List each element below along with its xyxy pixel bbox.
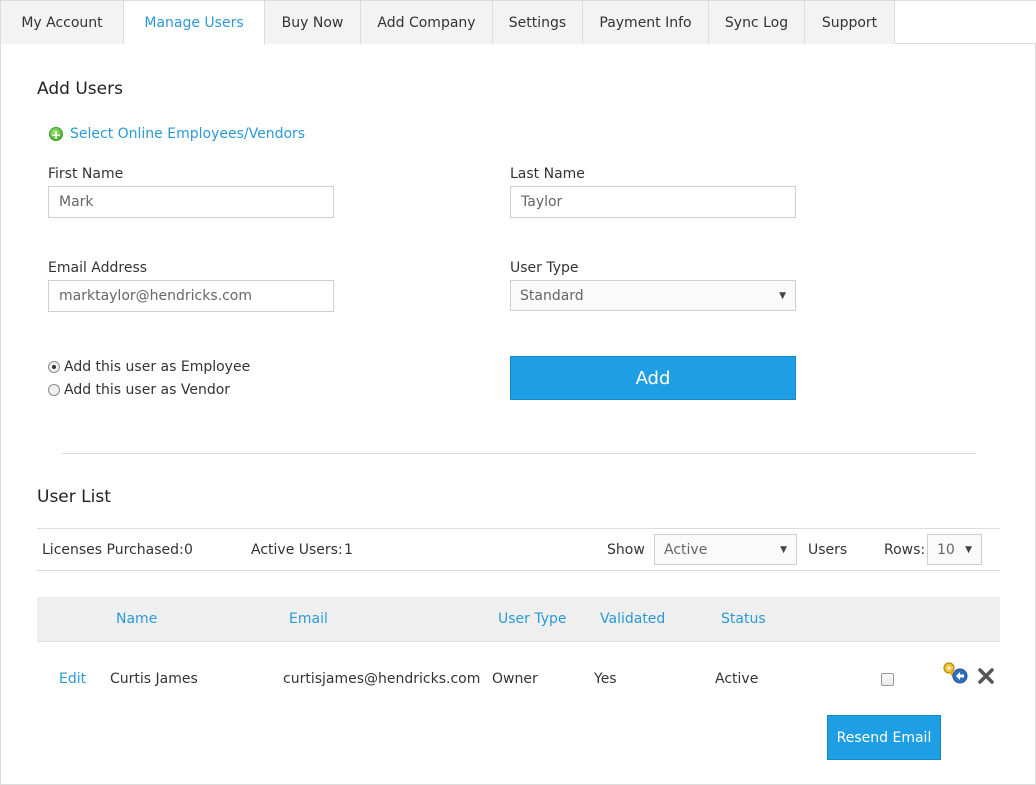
last-name-field[interactable] <box>510 186 796 218</box>
column-header-validated[interactable]: Validated <box>600 611 665 627</box>
app-frame: My Account Manage Users Buy Now Add Comp… <box>0 0 1036 785</box>
active-users-label: Active Users: <box>251 542 343 558</box>
user-type-label: User Type <box>510 260 579 276</box>
user-table-header: Name Email User Type Validated Status <box>37 597 1000 642</box>
email-address-label: Email Address <box>48 260 148 276</box>
select-online-employees-label: Select Online Employees/Vendors <box>70 126 306 142</box>
user-type-select[interactable]: Standard ▼ <box>510 280 796 311</box>
users-label: Users <box>808 542 848 558</box>
column-header-email[interactable]: Email <box>289 611 328 627</box>
tab-buy-now[interactable]: Buy Now <box>265 1 361 44</box>
tab-bar-filler <box>895 1 1036 43</box>
user-type-value: Standard <box>520 287 584 304</box>
first-name-label: First Name <box>48 166 124 182</box>
chevron-down-icon: ▼ <box>965 544 972 555</box>
licenses-purchased-label: Licenses Purchased: <box>42 542 184 558</box>
row-name: Curtis James <box>110 671 198 687</box>
edit-user-link[interactable]: Edit <box>59 671 86 687</box>
show-filter-value: Active <box>664 541 708 558</box>
rows-per-page-value: 10 <box>937 541 955 558</box>
radio-vendor-button[interactable] <box>48 384 60 396</box>
rows-label: Rows: <box>884 542 926 558</box>
user-list-stats-bar: Licenses Purchased: 0 Active Users: 1 Sh… <box>37 528 1000 571</box>
first-name-field[interactable] <box>48 186 334 218</box>
row-email: curtisjames@hendricks.com <box>283 671 481 687</box>
email-address-field[interactable] <box>48 280 334 312</box>
tab-sync-log[interactable]: Sync Log <box>709 1 805 44</box>
tab-payment-info[interactable]: Payment Info <box>583 1 709 44</box>
section-divider <box>62 453 976 454</box>
user-list-heading: User List <box>37 487 111 507</box>
tab-add-company[interactable]: Add Company <box>361 1 493 44</box>
key-reset-icon[interactable] <box>941 661 971 685</box>
radio-add-vendor[interactable]: Add this user as Vendor <box>48 382 230 398</box>
active-users-value: 1 <box>344 542 353 558</box>
tab-settings[interactable]: Settings <box>493 1 583 44</box>
radio-vendor-label: Add this user as Vendor <box>64 382 231 398</box>
add-circle-icon: + <box>49 127 63 142</box>
row-validated: Yes <box>594 671 617 687</box>
radio-employee-label: Add this user as Employee <box>64 359 251 375</box>
column-header-user-type[interactable]: User Type <box>498 611 567 627</box>
tab-my-account[interactable]: My Account <box>1 1 124 44</box>
show-label: Show <box>607 542 645 558</box>
add-users-heading: Add Users <box>37 79 123 99</box>
chevron-down-icon: ▼ <box>779 290 786 301</box>
row-user-type: Owner <box>492 671 538 687</box>
tab-manage-users[interactable]: Manage Users <box>124 1 265 45</box>
rows-per-page-select[interactable]: 10 ▼ <box>927 534 982 565</box>
column-header-name[interactable]: Name <box>116 611 157 627</box>
resend-email-button[interactable]: Resend Email <box>827 715 941 760</box>
radio-employee-button[interactable] <box>48 361 60 373</box>
show-filter-select[interactable]: Active ▼ <box>654 534 797 565</box>
licenses-purchased-value: 0 <box>184 542 193 558</box>
column-header-status[interactable]: Status <box>721 611 766 627</box>
chevron-down-icon: ▼ <box>780 544 787 555</box>
last-name-label: Last Name <box>510 166 585 182</box>
row-status: Active <box>715 671 759 687</box>
tab-bar: My Account Manage Users Buy Now Add Comp… <box>1 1 1036 45</box>
tab-support[interactable]: Support <box>805 1 895 44</box>
select-online-employees-link[interactable]: + Select Online Employees/Vendors <box>49 126 305 142</box>
delete-user-icon[interactable] <box>977 667 995 685</box>
row-select-checkbox[interactable] <box>881 673 894 686</box>
add-user-button[interactable]: Add <box>510 356 796 400</box>
radio-add-employee[interactable]: Add this user as Employee <box>48 359 250 375</box>
